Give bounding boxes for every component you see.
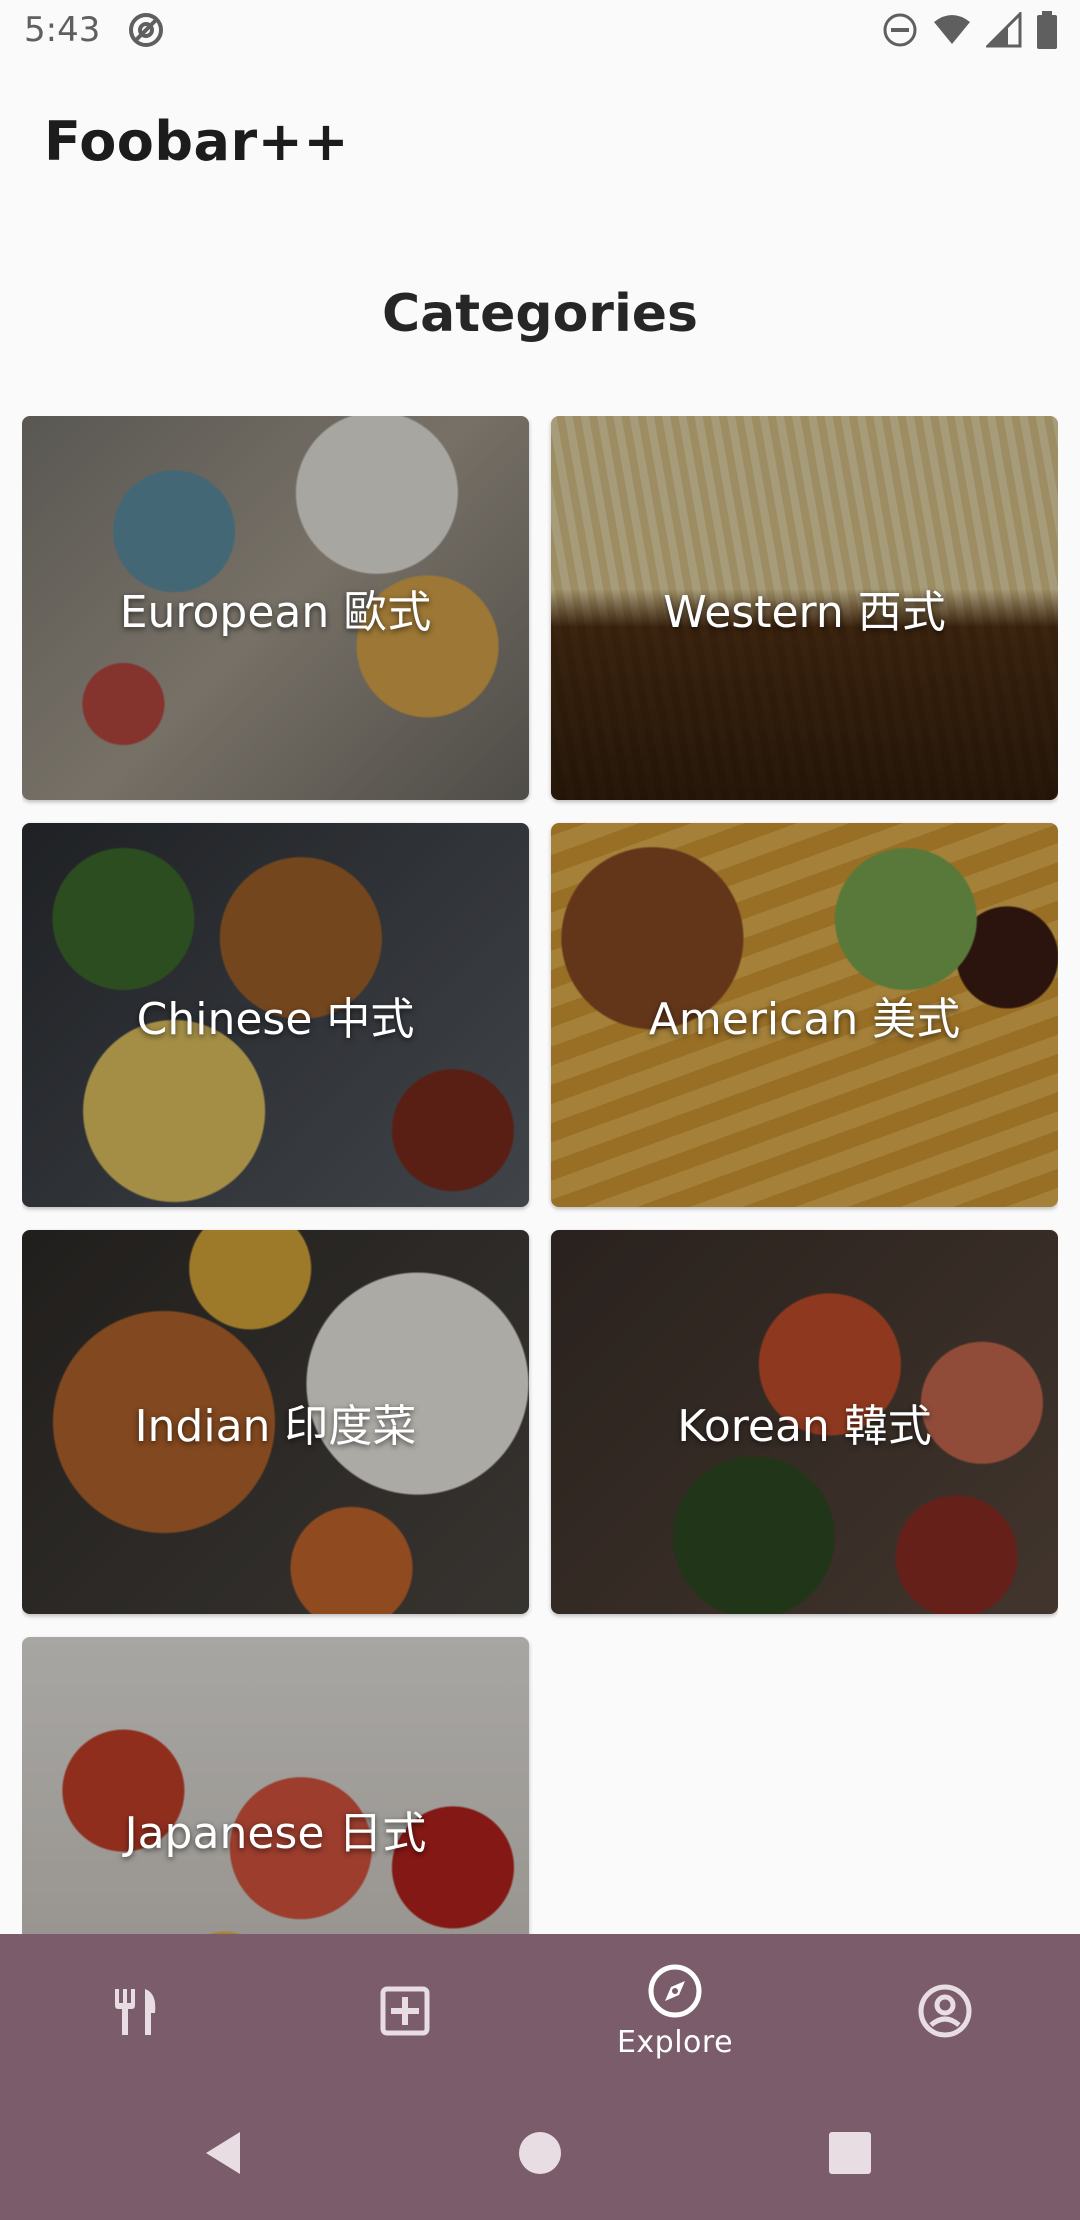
battery-icon [1037, 11, 1057, 49]
category-card-chinese[interactable]: Chinese 中式 [22, 823, 529, 1207]
category-label: Chinese 中式 [136, 994, 415, 1045]
category-label: European 歐式 [119, 587, 432, 638]
system-navigation-bar [0, 2088, 1080, 2220]
category-card-american[interactable]: American 美式 [551, 823, 1058, 1207]
nav-item-explore[interactable]: Explore [540, 1934, 810, 2088]
category-grid: European 歐式 Western 西式 Chinese 中式 Americ… [22, 416, 1058, 1934]
category-label: American 美式 [648, 994, 961, 1045]
category-card-japanese[interactable]: Japanese 日式 [22, 1637, 529, 1934]
status-time: 5:43 [24, 10, 101, 50]
category-card-korean[interactable]: Korean 韓式 [551, 1230, 1058, 1614]
category-label: Korean 韓式 [677, 1401, 932, 1452]
bottom-navigation: Explore [0, 1934, 1080, 2088]
restaurant-icon [115, 1989, 156, 2035]
nav-item-add[interactable] [270, 1934, 540, 2088]
back-icon[interactable] [200, 2128, 250, 2178]
account-icon [918, 1984, 972, 2038]
app-title: Foobar++ [44, 110, 350, 173]
wifi-icon [934, 15, 970, 44]
status-bar: 5:43 [0, 0, 1080, 64]
notification-icon [129, 13, 163, 47]
section-title: Categories [381, 284, 698, 344]
category-label: Western 西式 [663, 587, 946, 638]
nav-item-restaurants[interactable] [0, 1934, 270, 2088]
add-box-icon [380, 1986, 430, 2036]
signal-icon [986, 12, 1022, 48]
status-icons [882, 10, 1058, 50]
category-label: Japanese 日式 [124, 1808, 427, 1859]
category-card-western[interactable]: Western 西式 [551, 416, 1058, 800]
recents-icon[interactable] [825, 2128, 875, 2178]
category-card-indian[interactable]: Indian 印度菜 [22, 1230, 529, 1614]
nav-item-account[interactable] [810, 1934, 1080, 2088]
category-label: Indian 印度菜 [134, 1401, 417, 1452]
category-card-european[interactable]: European 歐式 [22, 416, 529, 800]
nav-label-explore: Explore [616, 2024, 734, 2060]
home-icon[interactable] [515, 2128, 565, 2178]
do-not-disturb-icon [883, 13, 917, 47]
compass-icon [648, 1964, 702, 2017]
